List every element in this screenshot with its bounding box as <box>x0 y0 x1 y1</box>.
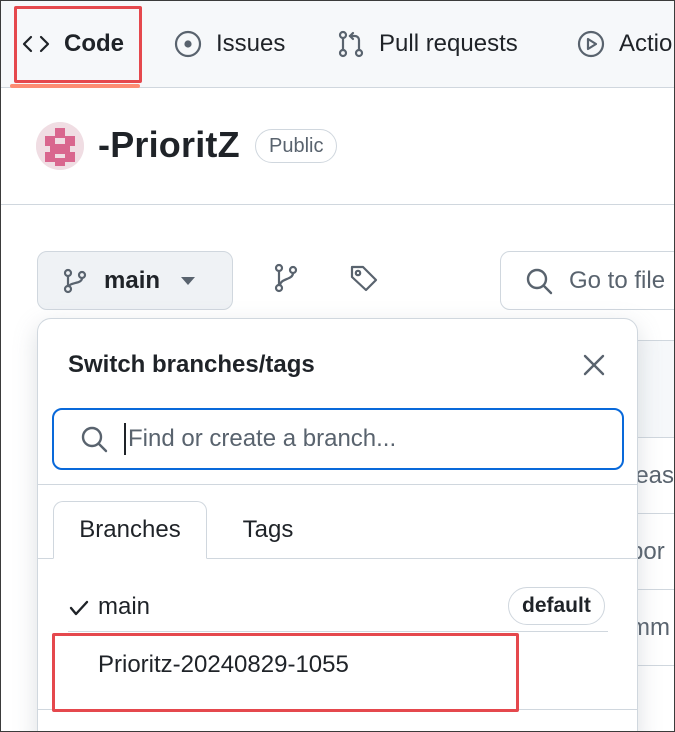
branch-name: main <box>98 593 151 620</box>
branch-select-button[interactable]: main <box>37 251 233 310</box>
tab-issues[interactable]: Issues <box>174 24 285 64</box>
tab-pull-requests-label: Pull requests <box>379 30 518 57</box>
divider <box>68 631 608 632</box>
search-icon <box>526 268 553 294</box>
search-icon <box>81 426 108 453</box>
branch-select-label: main <box>104 266 161 294</box>
tab-branches[interactable]: Branches <box>53 501 207 559</box>
go-to-file-input[interactable]: Go to file <box>500 251 675 310</box>
highlight-box-branch <box>52 633 519 712</box>
close-icon[interactable] <box>580 351 608 379</box>
visibility-badge: Public <box>255 129 338 163</box>
issue-opened-icon <box>174 30 202 58</box>
divider <box>38 484 637 485</box>
play-icon <box>577 30 605 58</box>
branch-item-main[interactable]: main default <box>38 579 637 635</box>
branch-search-field[interactable] <box>52 408 624 470</box>
panel-title: Switch branches/tags <box>68 351 315 378</box>
avatar[interactable] <box>36 122 84 170</box>
tab-issues-label: Issues <box>216 30 286 57</box>
branch-search-input[interactable] <box>128 425 568 453</box>
tab-pull-requests[interactable]: Pull requests <box>337 24 518 64</box>
repo-name[interactable]: -PrioritZ <box>98 124 240 166</box>
go-to-file-placeholder: Go to file <box>569 266 666 294</box>
git-pull-request-icon <box>338 30 364 58</box>
highlight-box-code-tab <box>14 6 142 83</box>
branches-icon[interactable] <box>270 262 302 294</box>
identicon <box>36 122 84 170</box>
tag-icon[interactable] <box>348 262 380 294</box>
tab-actions-label: Actio <box>619 30 673 57</box>
check-icon <box>69 600 89 616</box>
tab-actions[interactable]: Actio <box>577 24 672 64</box>
tab-tags[interactable]: Tags <box>218 501 318 559</box>
text-cursor <box>124 423 126 455</box>
triangle-down-icon <box>181 276 196 285</box>
default-badge: default <box>508 587 605 625</box>
git-branch-icon <box>63 268 87 293</box>
